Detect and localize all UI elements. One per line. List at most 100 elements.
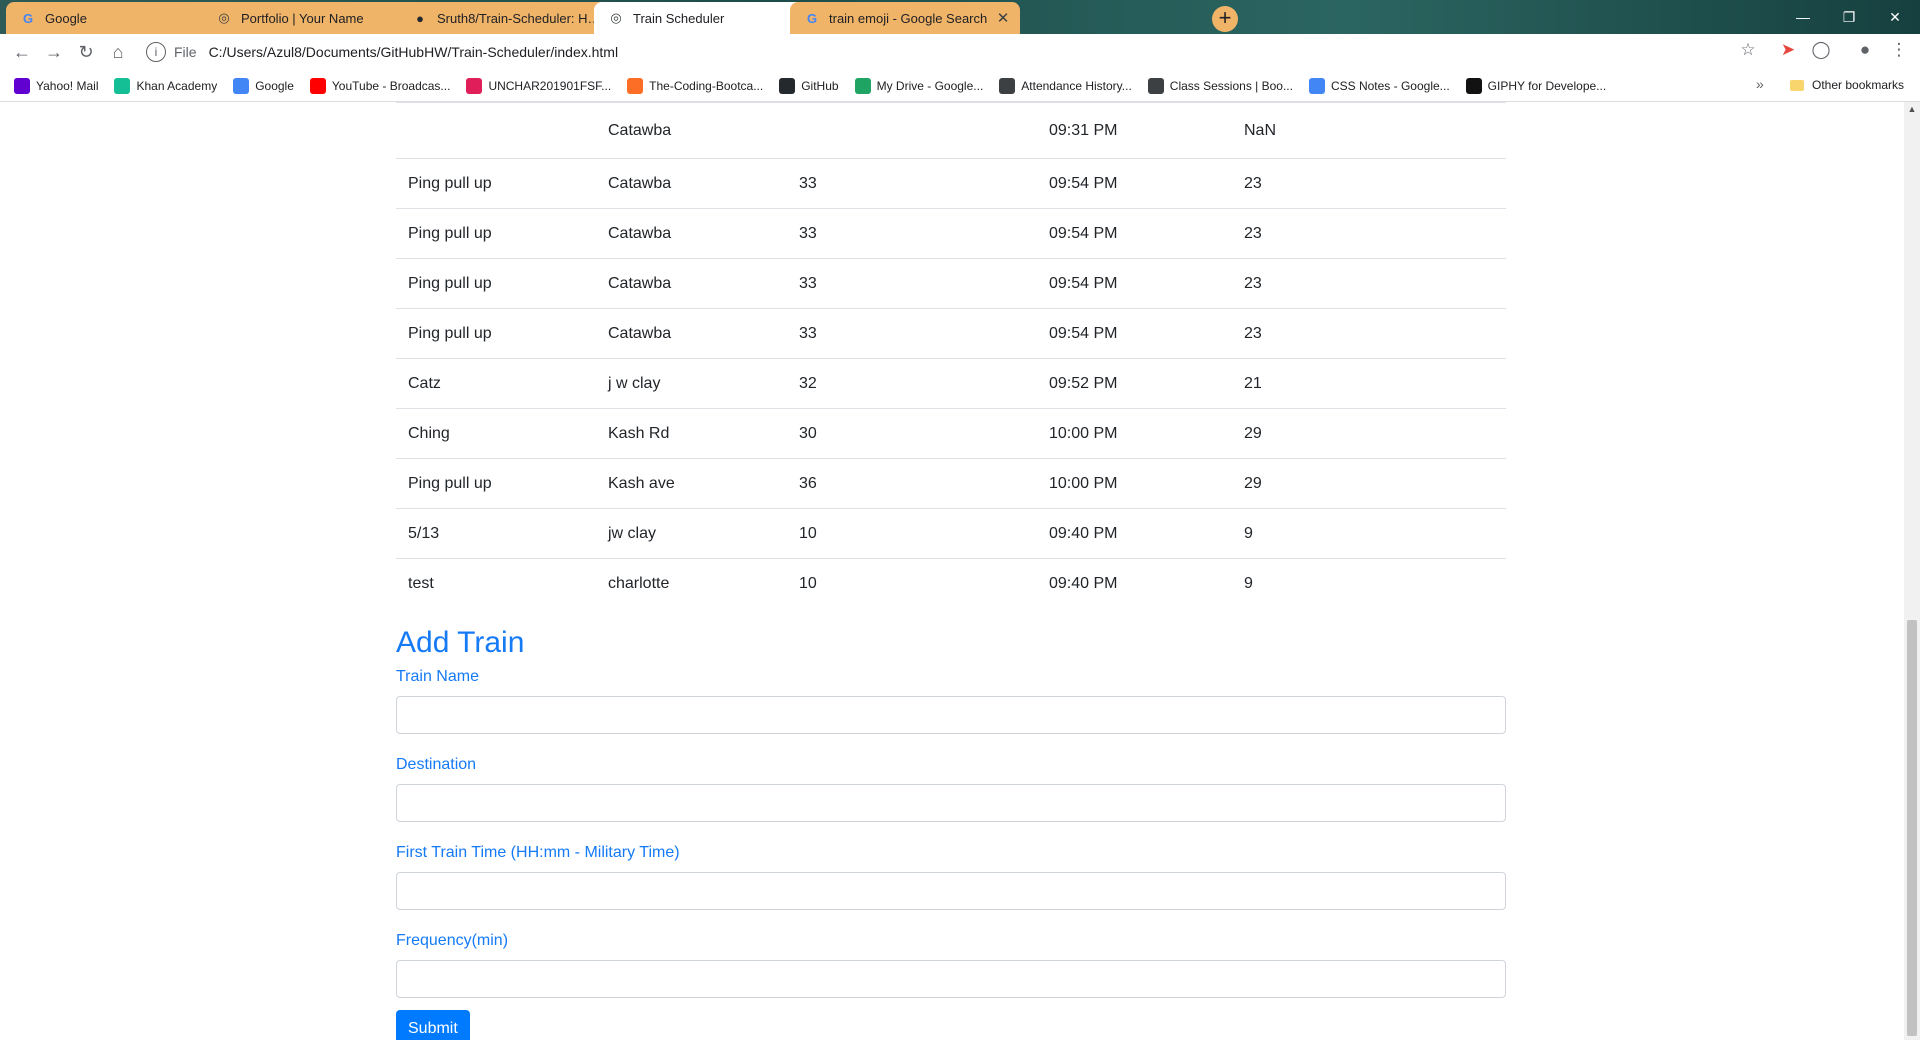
scroll-up-icon[interactable]: ▲ — [1904, 104, 1920, 114]
bookmark-label: YouTube - Broadcas... — [331, 78, 451, 93]
bookmark-favicon-icon — [233, 77, 250, 94]
minutes-away-cell: 23 — [1232, 158, 1506, 209]
minutes-away-cell: 9 — [1232, 508, 1506, 559]
frequency-input[interactable] — [396, 960, 1506, 998]
destination-cell: Catawba — [596, 102, 787, 159]
bookmark-item[interactable]: CSS Notes - Google... — [1308, 77, 1450, 94]
table-row: Catawba 09:31 PM NaN — [396, 102, 1506, 159]
bookmark-favicon-icon — [627, 77, 644, 94]
bookmark-label: The-Coding-Bootca... — [649, 78, 764, 93]
info-icon[interactable]: i — [146, 42, 166, 62]
table-row: Ping pull up Catawba 33 09:54 PM 23 — [396, 308, 1506, 359]
browser-tab[interactable]: Gtrain emoji - Google Search ✕ — [790, 2, 1020, 34]
bookmark-favicon-icon — [114, 77, 131, 94]
train-name-cell: test — [396, 558, 596, 608]
destination-cell: Catawba — [596, 208, 787, 259]
train-name-cell: Ping pull up — [396, 258, 596, 309]
other-bookmarks[interactable]: Other bookmarks — [1790, 78, 1904, 92]
bookmark-favicon-icon — [14, 77, 30, 94]
home-icon[interactable]: ⌂ — [102, 42, 134, 63]
destination-cell: jw clay — [596, 508, 787, 559]
bookmark-item[interactable]: GitHub — [779, 77, 839, 94]
bookmark-item[interactable]: The-Coding-Bootca... — [627, 77, 764, 94]
table-row: Catz j w clay 32 09:52 PM 21 — [396, 358, 1506, 409]
bookmarks-bar: Yahoo! Mail Khan Academy Google YouTube - B… — [0, 70, 1920, 102]
scroll-thumb[interactable] — [1907, 620, 1917, 1036]
page-container: Catawba 09:31 PM NaN Ping pull up Catawba 33 0… — [396, 102, 1506, 1040]
bookmark-label: UNCHAR201901FSF... — [488, 78, 612, 93]
first-train-time-input[interactable] — [396, 872, 1506, 910]
frequency-cell — [787, 102, 1037, 159]
address-bar[interactable]: i File C:/Users/Azul8/Documents/GitHubHW… — [146, 37, 1736, 67]
destination-cell: Catawba — [596, 158, 787, 209]
train-name-cell: Ping pull up — [396, 208, 596, 259]
next-arrival-cell: 09:54 PM — [1037, 208, 1232, 259]
bookmark-item[interactable]: Attendance History... — [999, 77, 1132, 94]
globe-icon: ◎ — [218, 10, 230, 25]
url-text[interactable]: C:/Users/Azul8/Documents/GitHubHW/Train-… — [209, 44, 619, 60]
reload-icon[interactable]: ↻ — [70, 42, 102, 63]
new-tab-button[interactable]: + — [1212, 6, 1238, 32]
next-arrival-cell: 09:52 PM — [1037, 358, 1232, 409]
submit-button[interactable]: Submit — [396, 1010, 470, 1040]
destination-cell: Kash Rd — [596, 408, 787, 459]
menu-icon[interactable]: ⋮ — [1886, 40, 1912, 64]
bookmark-item[interactable]: UNCHAR201901FSF... — [466, 77, 612, 94]
bookmark-label: Class Sessions | Boo... — [1169, 78, 1293, 93]
bookmark-item[interactable]: GIPHY for Develope... — [1465, 77, 1606, 94]
frequency-cell: 33 — [787, 158, 1037, 209]
minutes-away-cell: 23 — [1232, 258, 1506, 309]
bookmark-favicon-icon — [1147, 77, 1164, 94]
bookmark-favicon-icon — [779, 77, 796, 94]
forward-icon[interactable]: → — [38, 42, 70, 63]
frequency-cell: 32 — [787, 358, 1037, 409]
bookmark-item[interactable]: Google — [233, 77, 294, 94]
profile-icon[interactable]: ● — [1852, 40, 1878, 64]
bookmark-label: CSS Notes - Google... — [1330, 78, 1450, 93]
table-row: Ping pull up Kash ave 36 10:00 PM 29 — [396, 458, 1506, 509]
train-schedule-table: Catawba 09:31 PM NaN Ping pull up Catawba 33 0… — [396, 102, 1506, 608]
add-train-heading: Add Train — [396, 626, 525, 659]
tab-title: Portfolio | Your Name — [241, 10, 364, 26]
tab-strip: G Google ✕ ◎ Portfolio | Your Name ✕ ● Sruth8/T… — [0, 0, 1920, 34]
bookmark-label: Attendance History... — [1021, 78, 1132, 93]
restore-icon[interactable]: ❐ — [1826, 4, 1872, 30]
minutes-away-cell: 23 — [1232, 308, 1506, 359]
bookmark-item[interactable]: Yahoo! Mail — [14, 77, 98, 94]
table-row: Ping pull up Catawba 33 09:54 PM 23 — [396, 258, 1506, 309]
destination-cell: Kash ave — [596, 458, 787, 509]
bookmarks-overflow-icon[interactable]: » — [1756, 76, 1764, 92]
vertical-scrollbar[interactable]: ▲ — [1904, 102, 1920, 1040]
minimize-icon[interactable]: — — [1780, 4, 1826, 30]
bookmark-favicon-icon — [1308, 77, 1325, 94]
train-name-input[interactable] — [396, 696, 1506, 734]
destination-input[interactable] — [396, 784, 1506, 822]
destination-label: Destination — [396, 756, 477, 773]
table-row: test charlotte 10 09:40 PM 9 — [396, 558, 1506, 608]
github-icon: ● — [416, 10, 424, 26]
back-icon[interactable]: ← — [6, 42, 38, 63]
destination-cell: j w clay — [596, 358, 787, 409]
train-name-label: Train Name — [396, 668, 479, 685]
minutes-away-cell: 9 — [1232, 558, 1506, 608]
bookmark-item[interactable]: YouTube - Broadcas... — [309, 77, 451, 94]
bookmark-item[interactable]: My Drive - Google... — [854, 77, 983, 94]
next-arrival-cell: 09:40 PM — [1037, 558, 1232, 608]
bookmark-item[interactable]: Khan Academy — [114, 77, 217, 94]
train-name-cell: Ching — [396, 408, 596, 459]
train-name-cell: Ping pull up — [396, 458, 596, 509]
extension-icon[interactable]: ➤ — [1775, 40, 1801, 64]
bookmark-star-icon[interactable]: ☆ — [1735, 40, 1761, 64]
extension-2-icon[interactable]: ◯ — [1808, 40, 1834, 64]
close-window-icon[interactable]: ✕ — [1872, 4, 1918, 30]
bookmark-favicon-icon — [466, 77, 483, 94]
google-icon: G — [22, 10, 34, 26]
tab-title: Sruth8/Train-Scheduler: HW7 — [437, 10, 602, 26]
train-name-cell: Ping pull up — [396, 158, 596, 209]
first-train-time-label: First Train Time (HH:mm - Military Time) — [396, 844, 680, 861]
close-tab-icon[interactable]: ✕ — [994, 9, 1012, 27]
bookmark-label: Google — [255, 78, 294, 93]
page-viewport: Catawba 09:31 PM NaN Ping pull up Catawba 33 0… — [0, 102, 1904, 1040]
bookmark-item[interactable]: Class Sessions | Boo... — [1147, 77, 1293, 94]
globe-icon: ◎ — [610, 10, 622, 25]
